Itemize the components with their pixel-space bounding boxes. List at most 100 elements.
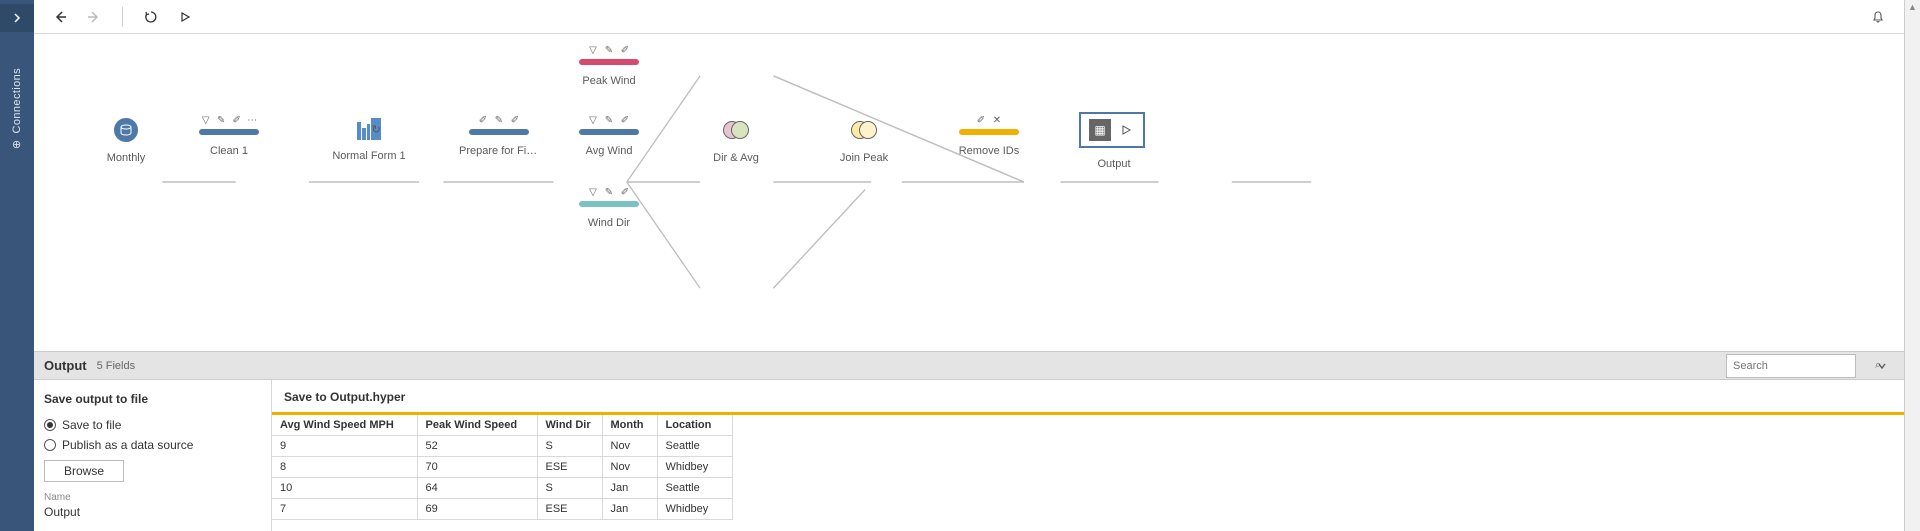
node-label: Dir & Avg: [701, 152, 771, 164]
node-label: Normal Form 1: [329, 150, 409, 162]
table-cell: 64: [417, 478, 537, 499]
node-output[interactable]: ▦ Output: [1079, 112, 1149, 170]
arrow-left-icon: [53, 10, 67, 24]
output-node-box: ▦: [1079, 112, 1145, 148]
node-remove-ids[interactable]: ✐ ✕ Remove IDs: [954, 114, 1024, 157]
search-box[interactable]: ⌕: [1726, 354, 1856, 378]
node-peak-wind[interactable]: ▽ ✎ ✐ Peak Wind: [579, 44, 639, 87]
radio-publish-data-source[interactable]: Publish as a data source: [44, 438, 261, 452]
table-cell: Whidbey: [657, 499, 732, 520]
panel-subtitle: 5 Fields: [97, 360, 136, 372]
radio-icon: [44, 439, 56, 451]
vertical-scrollbar[interactable]: ▲: [1904, 0, 1920, 531]
edit-icon: ✐: [230, 114, 244, 127]
node-join-peak[interactable]: Join Peak: [829, 118, 899, 164]
node-avg-wind[interactable]: ▽ ✎ ✐ Avg Wind: [579, 114, 639, 157]
plus-icon: ⊕: [11, 139, 24, 149]
name-field-value: Output: [44, 505, 261, 519]
table-row[interactable]: 769ESEJanWhidbey: [272, 499, 732, 520]
node-label: Remove IDs: [954, 145, 1024, 157]
node-prepare[interactable]: ✐ ✎ ✐ Prepare for Filt...: [459, 114, 539, 157]
panel-title: Output: [44, 358, 87, 373]
edit-icon: ✐: [476, 114, 490, 127]
column-header[interactable]: Month: [602, 415, 657, 436]
notifications-button[interactable]: [1866, 5, 1890, 29]
remove-icon: ✕: [990, 114, 1004, 127]
node-toolbar: ▽ ✎ ✐: [579, 114, 639, 127]
table-cell: 52: [417, 436, 537, 457]
venn-icon: [723, 118, 749, 142]
node-wind-dir[interactable]: ▽ ✎ ✐ Wind Dir: [579, 186, 639, 229]
flow-canvas[interactable]: Monthly ▽ ✎ ✐ ⋯ Clean 1 ↻ Normal Form 1: [34, 34, 1904, 351]
node-bar: [199, 129, 259, 135]
column-header[interactable]: Location: [657, 415, 732, 436]
search-input[interactable]: [1733, 360, 1875, 372]
panel-collapse-button[interactable]: [1870, 354, 1894, 378]
main-area: Monthly ▽ ✎ ✐ ⋯ Clean 1 ↻ Normal Form 1: [34, 0, 1904, 531]
filter-icon: ▽: [199, 114, 213, 127]
rename-icon: ✎: [602, 44, 616, 57]
bell-icon: [1871, 10, 1885, 24]
node-label: Avg Wind: [579, 145, 639, 157]
node-label: Clean 1: [199, 145, 259, 157]
forward-button[interactable]: [82, 5, 106, 29]
radio-icon: [44, 419, 56, 431]
database-icon: [114, 118, 138, 142]
chevron-right-icon: [12, 13, 22, 23]
node-clean1[interactable]: ▽ ✎ ✐ ⋯ Clean 1: [199, 114, 259, 157]
run-output-button[interactable]: [1117, 121, 1135, 139]
node-label: Monthly: [96, 152, 156, 164]
refresh-button[interactable]: [139, 5, 163, 29]
node-bar: [579, 201, 639, 207]
radio-label: Save to file: [62, 418, 121, 432]
arrow-right-icon: [87, 10, 101, 24]
node-toolbar: ✐ ✎ ✐: [459, 114, 539, 127]
node-toolbar: ▽ ✎ ✐: [579, 44, 639, 57]
node-label: Prepare for Filt...: [459, 145, 539, 157]
output-config: Save output to file Save to file Publish…: [34, 380, 272, 531]
column-header[interactable]: Wind Dir: [537, 415, 602, 436]
preview-title: Save to Output.hyper: [272, 380, 1904, 412]
table-cell: 70: [417, 457, 537, 478]
table-row[interactable]: 870ESENovWhidbey: [272, 457, 732, 478]
rename-icon: ✎: [602, 186, 616, 199]
column-header[interactable]: Peak Wind Speed: [417, 415, 537, 436]
more-icon: ⋯: [246, 114, 260, 127]
table-cell: 7: [272, 499, 417, 520]
filter-icon: ▽: [586, 186, 600, 199]
node-toolbar: ✐ ✕: [954, 114, 1024, 127]
panel-header: Output 5 Fields ⌕: [34, 352, 1904, 380]
column-header[interactable]: Avg Wind Speed MPH: [272, 415, 417, 436]
table-cell: Jan: [602, 478, 657, 499]
node-dir-avg[interactable]: Dir & Avg: [701, 118, 771, 164]
node-bar: [579, 59, 639, 65]
back-button[interactable]: [48, 5, 72, 29]
table-row[interactable]: 1064SJanSeattle: [272, 478, 732, 499]
radio-save-to-file[interactable]: Save to file: [44, 418, 261, 432]
connections-sidebar: ⊕ Connections: [0, 0, 34, 531]
node-label: Output: [1079, 158, 1149, 170]
edit-icon: ✐: [618, 186, 632, 199]
radio-label: Publish as a data source: [62, 438, 193, 452]
run-flow-button[interactable]: [173, 5, 197, 29]
table-cell: 69: [417, 499, 537, 520]
play-icon: [1121, 125, 1131, 135]
sidebar-expand-toggle[interactable]: [0, 4, 34, 32]
node-monthly[interactable]: Monthly: [96, 118, 156, 164]
node-toolbar: ▽ ✎ ✐: [579, 186, 639, 199]
node-bar: [469, 129, 529, 135]
edit-icon: ✐: [974, 114, 988, 127]
table-cell: 9: [272, 436, 417, 457]
node-normal-form[interactable]: ↻ Normal Form 1: [329, 118, 409, 162]
filter-icon: ▽: [586, 44, 600, 57]
filter-icon: ▽: [586, 114, 600, 127]
table-cell: 8: [272, 457, 417, 478]
play-icon: [179, 11, 191, 23]
chevron-up-icon: ▲: [1908, 2, 1917, 12]
node-label: Join Peak: [829, 152, 899, 164]
browse-button[interactable]: Browse: [44, 460, 124, 482]
table-cell: Nov: [602, 436, 657, 457]
table-row[interactable]: 952SNovSeattle: [272, 436, 732, 457]
table-cell: S: [537, 436, 602, 457]
table-cell: Nov: [602, 457, 657, 478]
